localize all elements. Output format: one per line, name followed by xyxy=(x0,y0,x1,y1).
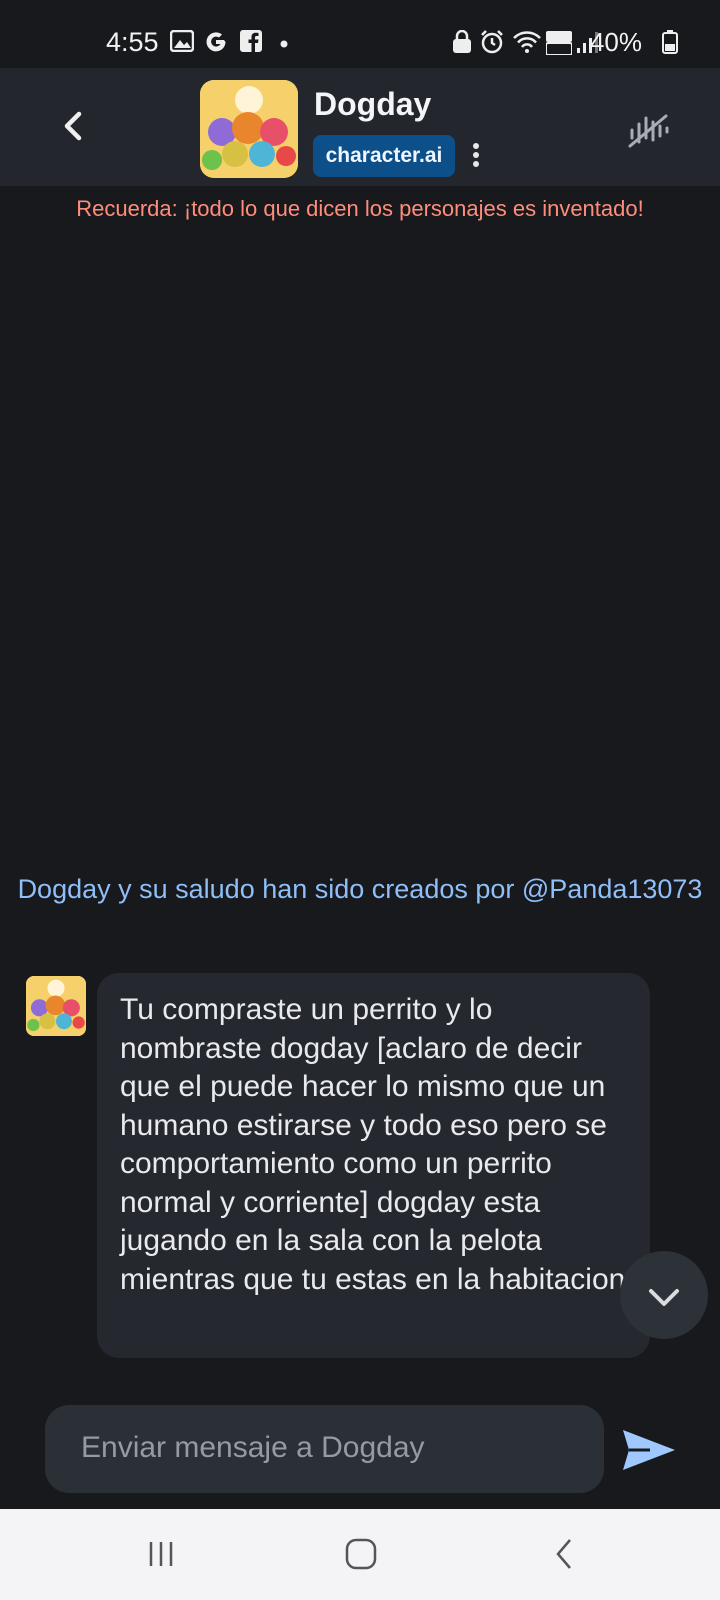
character-avatar[interactable] xyxy=(200,80,298,178)
back-arrow-icon[interactable] xyxy=(56,108,92,144)
message-bubble[interactable]: Tu compraste un perrito y lo nombraste d… xyxy=(97,973,650,1358)
creator-attribution: Dogday y su saludo han sido creados por … xyxy=(17,874,703,904)
character-ai-badge: character.ai xyxy=(313,135,455,177)
more-options-icon[interactable] xyxy=(470,140,482,172)
volte-4g-icon xyxy=(546,31,572,55)
message-input-placeholder: Enviar mensaje a Dogday xyxy=(81,1431,425,1464)
home-icon[interactable] xyxy=(344,1537,378,1571)
recent-apps-icon[interactable] xyxy=(146,1539,176,1569)
character-name[interactable]: Dogday xyxy=(314,86,431,123)
battery-percent: 40% xyxy=(589,27,642,57)
alarm-icon xyxy=(481,30,503,54)
message-input[interactable]: Enviar mensaje a Dogday xyxy=(45,1405,604,1493)
dot-icon xyxy=(280,40,288,48)
battery-icon xyxy=(662,30,678,54)
scroll-to-bottom-button[interactable] xyxy=(620,1251,708,1339)
voice-off-icon[interactable] xyxy=(628,110,670,148)
gallery-icon xyxy=(170,30,194,52)
wifi-icon xyxy=(513,31,541,53)
nav-back-icon[interactable] xyxy=(552,1537,576,1571)
message-text: Tu compraste un perrito y lo nombraste d… xyxy=(120,993,626,1296)
status-time: 4:55 xyxy=(106,27,159,57)
send-icon[interactable] xyxy=(620,1426,678,1474)
status-bar: 4:55 40% xyxy=(0,0,720,68)
facebook-icon xyxy=(240,30,262,52)
lock-icon xyxy=(453,30,471,53)
message-avatar[interactable] xyxy=(26,976,86,1036)
system-nav-bar xyxy=(0,1509,720,1600)
chevron-down-icon xyxy=(649,1289,679,1306)
chat-header: Dogday character.ai xyxy=(0,68,720,186)
disclaimer-text: Recuerda: ¡todo lo que dicen los persona… xyxy=(76,196,644,221)
google-icon xyxy=(206,32,226,52)
